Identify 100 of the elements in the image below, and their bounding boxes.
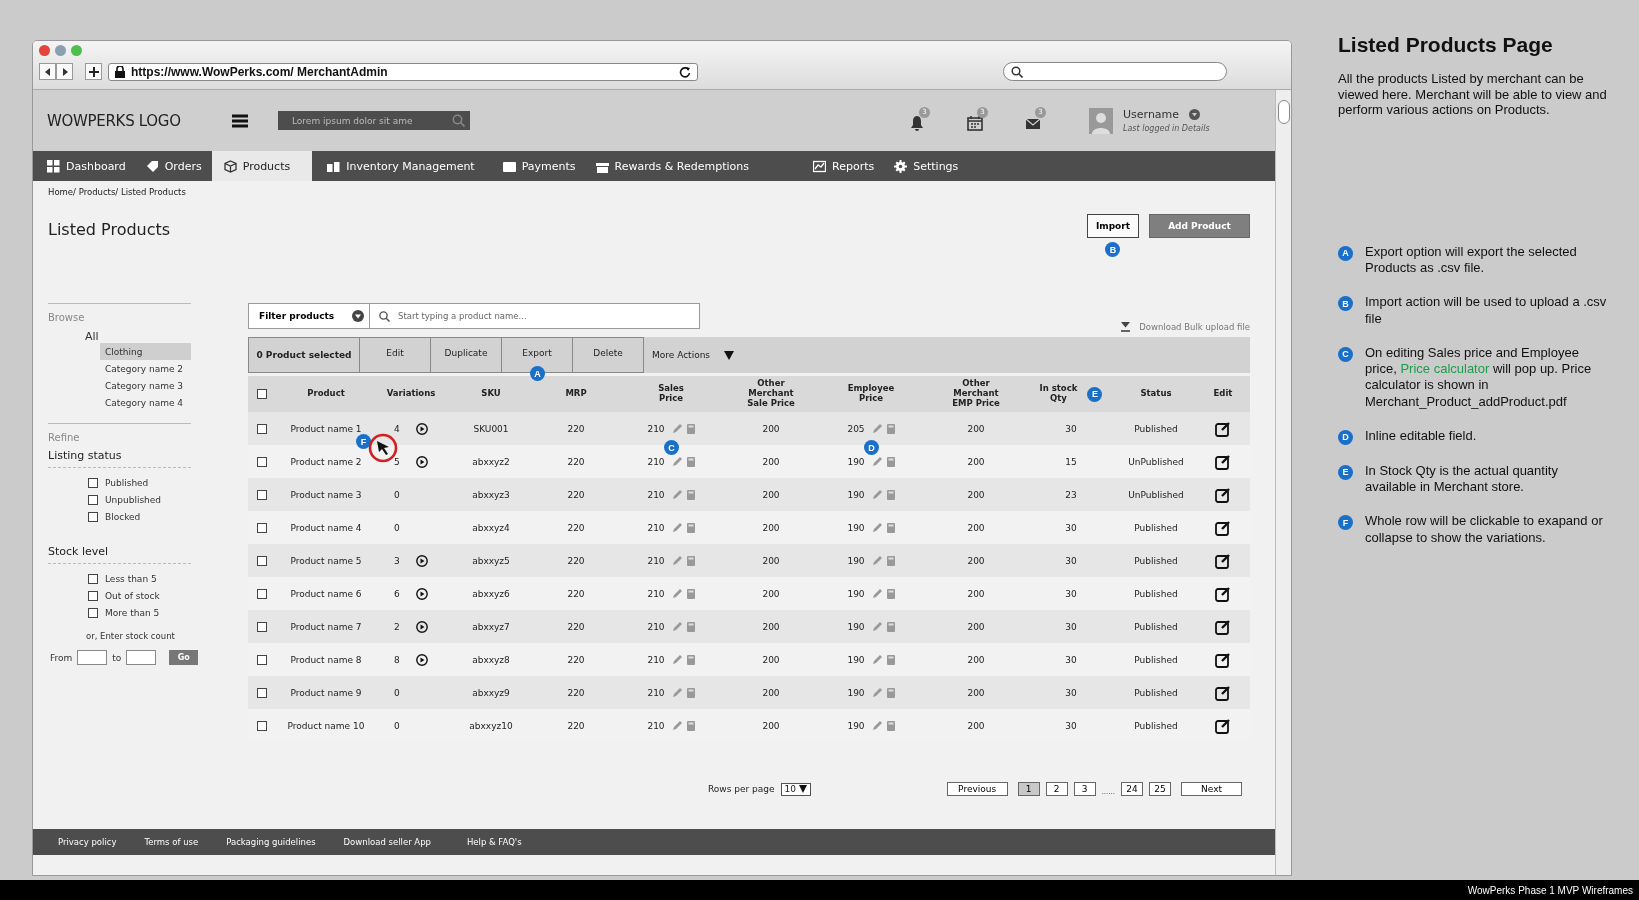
table-cell[interactable]: 190	[847, 555, 865, 566]
checkbox-label[interactable]: Blocked	[105, 511, 141, 522]
calculator-icon[interactable]	[886, 720, 895, 731]
calculator-icon[interactable]	[686, 456, 695, 467]
calculator-icon[interactable]	[686, 720, 695, 731]
footer-link[interactable]: Privacy policy	[58, 837, 117, 847]
pencil-icon[interactable]	[671, 654, 683, 665]
edit-icon[interactable]	[1215, 618, 1231, 635]
row-checkbox[interactable]	[257, 687, 267, 698]
table-cell[interactable]: 205	[847, 423, 865, 434]
table-row[interactable]: Product name 9 0 abxxyz9 220 210 200 190 200 30 Published	[248, 676, 1250, 709]
reload-icon[interactable]	[679, 65, 691, 78]
edit-icon[interactable]	[1215, 651, 1231, 668]
footer-link[interactable]: Download seller App	[343, 837, 431, 847]
edit-icon[interactable]	[1215, 486, 1231, 503]
row-checkbox[interactable]	[257, 555, 267, 566]
nav-tab[interactable]: Inventory Management	[312, 151, 485, 181]
filter-dropdown[interactable]: Filter products	[248, 303, 370, 329]
minimize-icon[interactable]	[55, 44, 66, 56]
pencil-icon[interactable]	[671, 588, 683, 599]
header-search-field[interactable]: Lorem ipsum dolor sit ame	[278, 111, 470, 130]
pencil-icon[interactable]	[671, 522, 683, 533]
maximize-icon[interactable]	[71, 44, 82, 56]
pencil-icon[interactable]	[871, 522, 883, 533]
from-input-field[interactable]	[77, 650, 108, 665]
checkbox-label[interactable]: Unpublished	[105, 494, 162, 505]
page-button[interactable]: 25	[1149, 782, 1171, 796]
table-cell[interactable]: 190	[847, 456, 865, 467]
expand-icon[interactable]	[416, 620, 428, 633]
back-icon[interactable]	[39, 63, 56, 80]
row-checkbox[interactable]	[257, 456, 267, 467]
calculator-icon[interactable]	[886, 588, 895, 599]
page-button[interactable]: 1	[1017, 782, 1040, 796]
footer-link[interactable]: Packaging guidelines	[226, 837, 316, 847]
pencil-icon[interactable]	[871, 720, 883, 731]
expand-icon[interactable]	[416, 653, 428, 666]
pencil-icon[interactable]	[871, 456, 883, 467]
edit-icon[interactable]	[1215, 717, 1231, 734]
table-cell[interactable]: 210	[647, 720, 665, 731]
category-item[interactable]: Category name 4	[100, 394, 191, 411]
table-cell[interactable]: 190	[847, 654, 865, 665]
checkbox[interactable]	[88, 590, 98, 601]
logo[interactable]: WOWPERKS LOGO	[47, 111, 222, 130]
table-cell[interactable]: 210	[647, 621, 665, 632]
pencil-icon[interactable]	[671, 423, 683, 434]
browser-search-field[interactable]	[1003, 62, 1227, 81]
expand-icon[interactable]	[416, 422, 428, 435]
table-cell[interactable]: 210	[647, 687, 665, 698]
nav-tab[interactable]: Products	[211, 151, 313, 181]
nav-tab[interactable]: Orders	[135, 151, 212, 181]
edit-icon[interactable]	[1215, 585, 1231, 602]
close-icon[interactable]	[39, 44, 50, 56]
nav-tab[interactable]: Rewards & Redemptions	[585, 151, 759, 181]
calculator-icon[interactable]	[686, 423, 695, 434]
pencil-icon[interactable]	[671, 555, 683, 566]
next-button[interactable]: Next	[1181, 782, 1242, 796]
import-button[interactable]: Import	[1086, 214, 1139, 238]
calculator-icon[interactable]	[886, 687, 895, 698]
checkbox[interactable]	[88, 511, 98, 522]
footer-link[interactable]: Terms of use	[144, 837, 199, 847]
checkbox[interactable]	[88, 477, 98, 488]
expand-icon[interactable]	[416, 587, 428, 600]
pencil-icon[interactable]	[671, 456, 683, 467]
category-item[interactable]: Clothing	[100, 343, 191, 360]
footer-link[interactable]: Help & FAQ's	[466, 837, 522, 847]
row-checkbox[interactable]	[257, 489, 267, 500]
table-cell[interactable]: 210	[647, 522, 665, 533]
edit-icon[interactable]	[1215, 519, 1231, 536]
calculator-icon[interactable]	[886, 423, 895, 434]
row-checkbox[interactable]	[257, 621, 267, 632]
table-cell[interactable]: 190	[847, 522, 865, 533]
calculator-icon[interactable]	[686, 621, 695, 632]
checkbox[interactable]	[88, 494, 98, 505]
username[interactable]: Username	[1123, 108, 1180, 121]
checkbox-label[interactable]: Out of stock	[105, 590, 160, 601]
table-cell[interactable]: 190	[847, 720, 865, 731]
calculator-icon[interactable]	[686, 489, 695, 500]
table-cell[interactable]: 210	[647, 555, 665, 566]
go-button[interactable]: Go	[169, 650, 198, 665]
calculator-icon[interactable]	[686, 522, 695, 533]
calculator-icon[interactable]	[886, 555, 895, 566]
table-cell[interactable]: 210	[647, 654, 665, 665]
action-button[interactable]: Edit	[360, 337, 431, 373]
calendar-icon[interactable]	[967, 114, 983, 131]
category-item[interactable]: Category name 2	[100, 360, 191, 377]
table-cell[interactable]: 210	[647, 588, 665, 599]
pencil-icon[interactable]	[871, 489, 883, 500]
page-button[interactable]: 2	[1045, 782, 1068, 796]
calculator-icon[interactable]	[686, 687, 695, 698]
row-checkbox[interactable]	[257, 720, 267, 731]
pencil-icon[interactable]	[871, 555, 883, 566]
category-all[interactable]: All	[85, 330, 198, 343]
checkbox-label[interactable]: More than 5	[105, 607, 160, 618]
row-checkbox[interactable]	[257, 654, 267, 665]
table-cell[interactable]: 190	[847, 588, 865, 599]
page-button[interactable]: 24	[1121, 782, 1143, 796]
add-product-button[interactable]: Add Product	[1149, 214, 1250, 238]
row-checkbox[interactable]	[257, 423, 267, 434]
pencil-icon[interactable]	[871, 687, 883, 698]
product-search-field[interactable]: Start typing a product name...	[370, 303, 700, 329]
